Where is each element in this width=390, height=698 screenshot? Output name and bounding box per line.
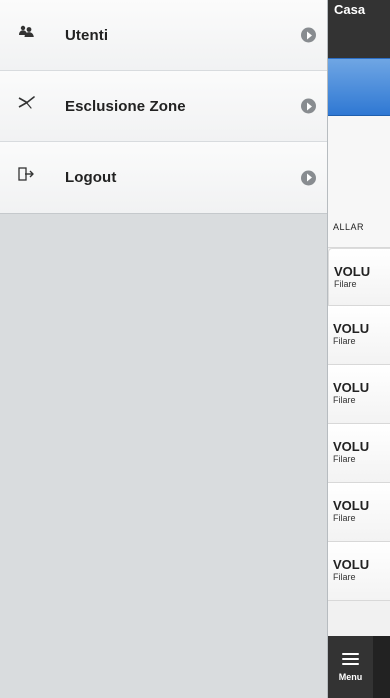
zone-title: VOLU xyxy=(333,321,370,336)
menu-button[interactable]: Menu xyxy=(328,636,373,698)
zone-exclusion-icon xyxy=(18,93,42,111)
menu-item-esclusione-zone[interactable]: Esclusione Zone xyxy=(0,71,327,142)
menu-item-utenti[interactable]: Utenti xyxy=(0,0,327,71)
alarm-status-label: ALLAR xyxy=(333,222,365,232)
chevron-right-icon xyxy=(301,27,316,43)
primary-action-bar[interactable] xyxy=(328,58,390,116)
zone-title: VOLU xyxy=(333,557,370,572)
menu-item-label: Esclusione Zone xyxy=(65,97,186,115)
zone-list-item[interactable]: VOLU Filare xyxy=(328,248,390,306)
zone-list-item[interactable]: VOLU Filare xyxy=(328,306,390,365)
zone-list-item[interactable]: VOLU Filare xyxy=(328,424,390,483)
zone-subtitle: Filare xyxy=(333,395,356,405)
menu-item-label: Logout xyxy=(65,169,117,186)
zone-title: VOLU xyxy=(333,380,370,395)
zone-list-item[interactable]: VOLU Filare xyxy=(328,542,390,601)
app-screen: Utenti Esclusione Zone Logout Casa ALLAR… xyxy=(0,0,390,698)
zone-subtitle: Filare xyxy=(333,572,356,582)
side-menu-list: Utenti Esclusione Zone Logout xyxy=(0,0,327,214)
chevron-right-icon xyxy=(301,170,316,185)
bottom-toolbar: Menu xyxy=(328,636,390,698)
zone-subtitle: Filare xyxy=(333,454,356,464)
zone-list: VOLU Filare VOLU Filare VOLU Filare VOLU… xyxy=(328,248,390,601)
logout-icon xyxy=(18,165,42,183)
menu-item-label: Utenti xyxy=(65,26,109,44)
menu-button-label: Menu xyxy=(338,672,363,682)
page-title: Casa xyxy=(334,2,366,17)
menu-item-logout[interactable]: Logout xyxy=(0,142,327,213)
zone-list-item[interactable]: VOLU Filare xyxy=(328,365,390,424)
users-icon xyxy=(18,22,42,40)
side-menu: Utenti Esclusione Zone Logout xyxy=(0,0,328,698)
zone-title: VOLU xyxy=(333,439,370,454)
zone-title: VOLU xyxy=(333,498,370,513)
zone-title: VOLU xyxy=(334,264,371,279)
zone-subtitle: Filare xyxy=(333,336,356,346)
app-header: Casa xyxy=(328,0,390,58)
zone-list-item[interactable]: VOLU Filare xyxy=(328,483,390,542)
hamburger-icon xyxy=(342,652,359,666)
zone-subtitle: Filare xyxy=(333,513,356,523)
alarm-status-panel: ALLAR xyxy=(328,116,390,248)
zone-subtitle: Filare xyxy=(334,279,357,289)
main-app-panel: Casa ALLAR VOLU Filare VOLU Filare VOLU … xyxy=(328,0,390,698)
chevron-right-icon xyxy=(301,98,316,114)
